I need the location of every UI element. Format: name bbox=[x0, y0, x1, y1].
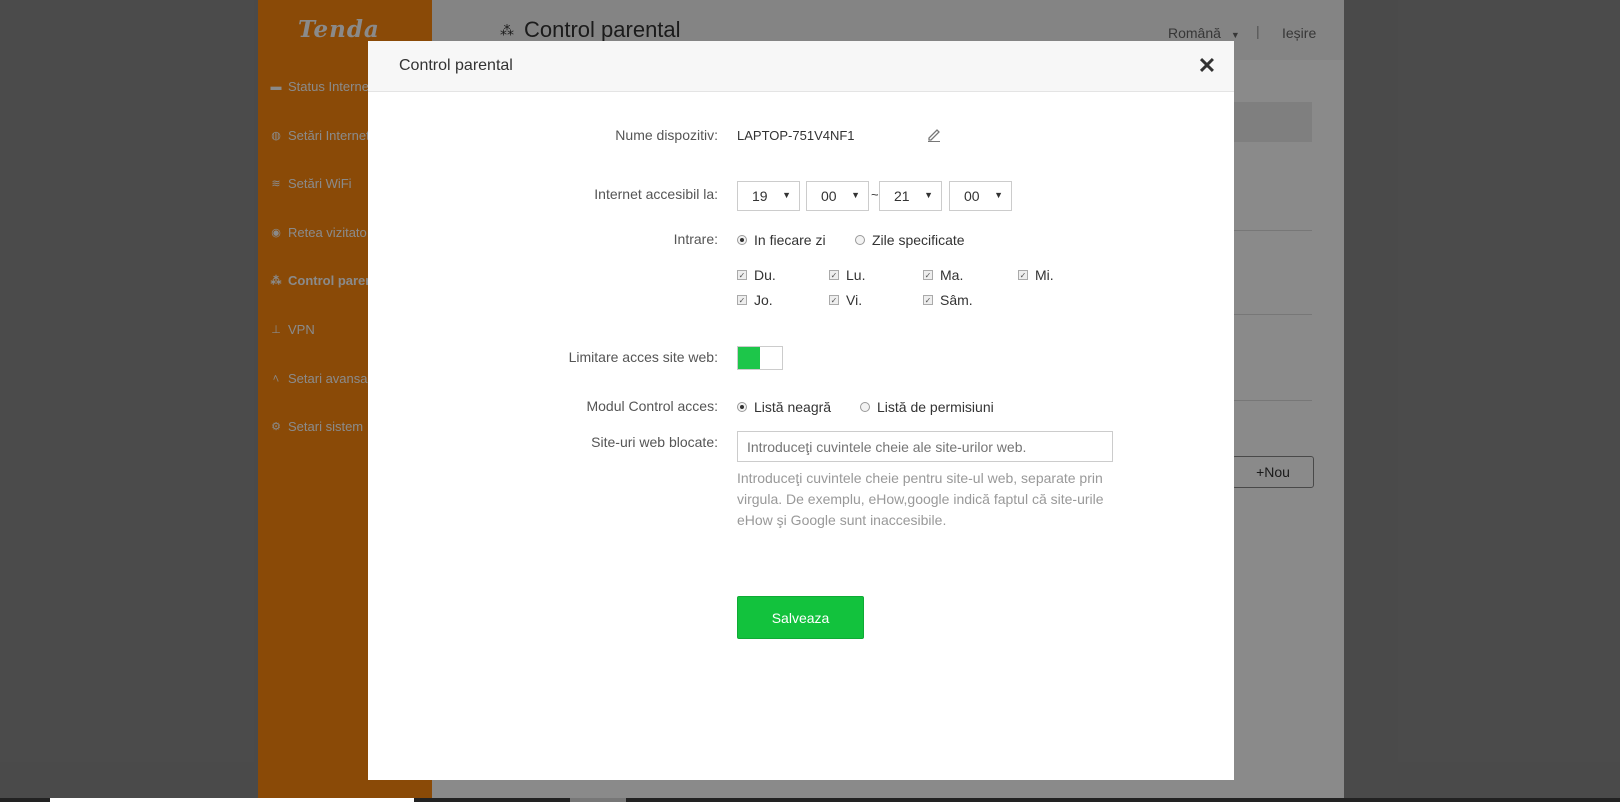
radio-label: Zile specificate bbox=[872, 232, 965, 248]
internet-time-label: Internet accesibil la: bbox=[594, 186, 718, 202]
end-minute-select[interactable]: 00 ▼ bbox=[949, 181, 1012, 211]
taskbar-segment bbox=[570, 798, 626, 802]
day-label: Sâm. bbox=[940, 292, 973, 308]
limit-access-toggle[interactable] bbox=[737, 346, 783, 370]
radio-dot bbox=[860, 402, 870, 412]
blocked-sites-input[interactable] bbox=[737, 431, 1113, 462]
radio-label: Listă de permisiuni bbox=[877, 399, 994, 415]
dialog-title: Control parental bbox=[399, 57, 513, 74]
checkmark-icon: ✓ bbox=[829, 295, 839, 305]
edit-icon[interactable] bbox=[926, 126, 942, 142]
day-checkbox-sunday[interactable]: ✓ Du. bbox=[737, 267, 776, 283]
day-checkbox-monday[interactable]: ✓ Lu. bbox=[829, 267, 865, 283]
caret-down-icon: ▼ bbox=[851, 190, 860, 200]
checkmark-icon: ✓ bbox=[829, 270, 839, 280]
day-checkbox-tuesday[interactable]: ✓ Ma. bbox=[923, 267, 963, 283]
radio-whitelist[interactable]: Listă de permisiuni bbox=[860, 399, 994, 415]
day-label: Lu. bbox=[846, 267, 866, 283]
day-checkbox-thursday[interactable]: ✓ Jo. bbox=[737, 292, 773, 308]
day-checkbox-friday[interactable]: ✓ Vi. bbox=[829, 292, 862, 308]
limit-access-label: Limitare acces site web: bbox=[568, 349, 718, 365]
caret-down-icon: ▼ bbox=[994, 190, 1003, 200]
parental-control-dialog: Control parental ✕ Nume dispozitiv: LAPT… bbox=[368, 41, 1234, 780]
day-label: Vi. bbox=[846, 292, 863, 308]
day-checkbox-wednesday[interactable]: ✓ Mi. bbox=[1018, 267, 1054, 283]
start-hour-select[interactable]: 19 ▼ bbox=[737, 181, 800, 211]
dialog-header: Control parental ✕ bbox=[368, 41, 1234, 92]
toggle-on-indicator bbox=[738, 347, 760, 369]
taskbar-strip bbox=[0, 798, 1620, 802]
close-icon[interactable]: ✕ bbox=[1194, 53, 1220, 79]
device-name-label: Nume dispozitiv: bbox=[615, 127, 718, 143]
start-hour-value: 19 bbox=[752, 188, 768, 204]
caret-down-icon: ▼ bbox=[782, 190, 791, 200]
day-checkbox-saturday[interactable]: ✓ Sâm. bbox=[923, 292, 973, 308]
checkmark-icon: ✓ bbox=[923, 295, 933, 305]
checkmark-icon: ✓ bbox=[737, 295, 747, 305]
day-label: Jo. bbox=[754, 292, 773, 308]
day-label: Du. bbox=[754, 267, 776, 283]
device-name-value: LAPTOP-751V4NF1 bbox=[737, 128, 855, 143]
end-minute-value: 00 bbox=[964, 188, 980, 204]
checkmark-icon: ✓ bbox=[1018, 270, 1028, 280]
end-hour-value: 21 bbox=[894, 188, 910, 204]
checkmark-icon: ✓ bbox=[923, 270, 933, 280]
checkmark-icon: ✓ bbox=[737, 270, 747, 280]
radio-dot bbox=[737, 235, 747, 245]
time-range-separator: ~ bbox=[871, 187, 879, 202]
radio-specific-days[interactable]: Zile specificate bbox=[855, 232, 965, 248]
start-minute-value: 00 bbox=[821, 188, 837, 204]
start-minute-select[interactable]: 00 ▼ bbox=[806, 181, 869, 211]
taskbar-segment bbox=[50, 798, 414, 802]
radio-dot bbox=[855, 235, 865, 245]
radio-label: In fiecare zi bbox=[754, 232, 826, 248]
caret-down-icon: ▼ bbox=[924, 190, 933, 200]
radio-label: Listă neagră bbox=[754, 399, 832, 415]
radio-every-day[interactable]: In fiecare zi bbox=[737, 232, 826, 248]
radio-dot bbox=[737, 402, 747, 412]
radio-blacklist[interactable]: Listă neagră bbox=[737, 399, 831, 415]
blocked-sites-label: Site-uri web blocate: bbox=[591, 434, 718, 450]
save-button[interactable]: Salveaza bbox=[737, 596, 864, 639]
end-hour-select[interactable]: 21 ▼ bbox=[879, 181, 942, 211]
day-label: Ma. bbox=[940, 267, 964, 283]
blocked-sites-hint: Introduceţi cuvintele cheie pentru site-… bbox=[737, 470, 1104, 528]
day-label: Mi. bbox=[1035, 267, 1054, 283]
access-mode-label: Modul Control acces: bbox=[586, 398, 718, 414]
entry-label: Intrare: bbox=[673, 231, 718, 247]
